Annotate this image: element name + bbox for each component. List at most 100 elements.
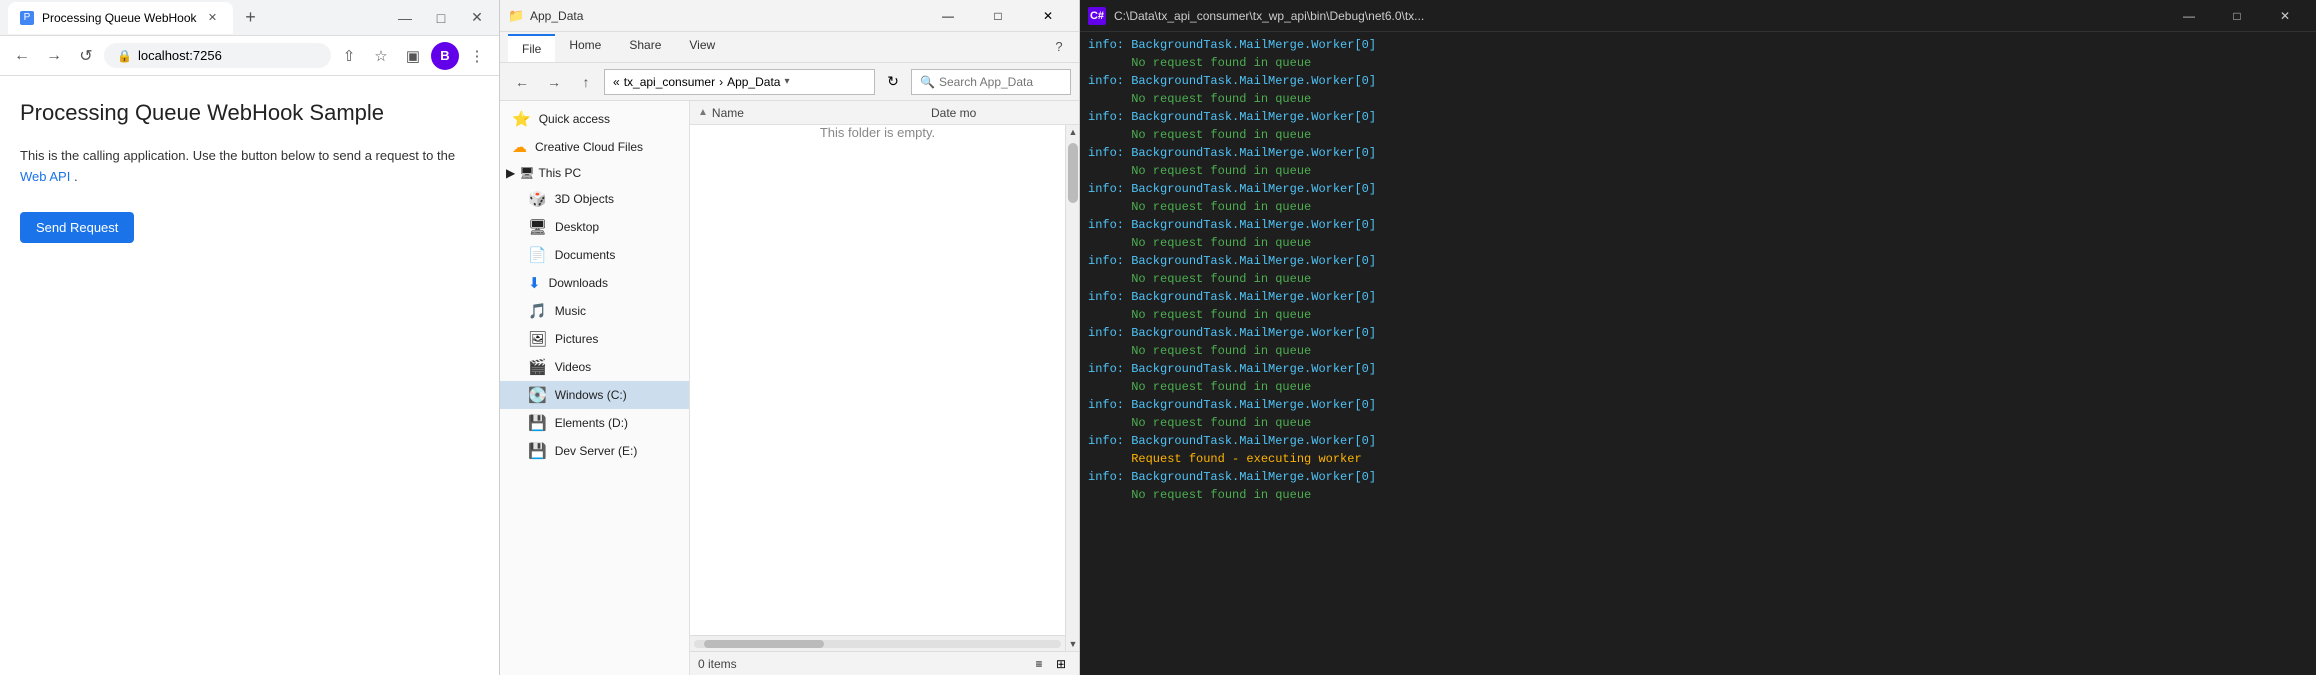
ribbon-tabs: File Home Share View ? — [500, 32, 1079, 62]
terminal-close-button[interactable]: ✕ — [2262, 0, 2308, 32]
sidebar-item-documents[interactable]: 📄 Documents — [500, 241, 689, 269]
explorer-title-text: App_Data — [530, 9, 925, 23]
terminal-log-line: No request found in queue — [1088, 162, 2308, 180]
browser-tab[interactable]: P Processing Queue WebHook ✕ — [8, 2, 233, 34]
terminal-controls: — □ ✕ — [2166, 0, 2308, 32]
terminal-log-line: No request found in queue — [1088, 306, 2308, 324]
h-scroll-track — [694, 640, 1061, 648]
profile-button[interactable]: B — [431, 42, 459, 70]
explorer-search-bar: 🔍 — [911, 69, 1071, 95]
terminal-app-icon: C# — [1088, 7, 1106, 25]
explorer-up-button[interactable]: ↑ — [572, 68, 600, 96]
explorer-close-button[interactable]: ✕ — [1025, 0, 1071, 32]
vertical-scrollbar[interactable]: ▲ ▼ — [1065, 125, 1079, 651]
terminal-minimize-button[interactable]: — — [2166, 0, 2212, 32]
terminal-log-line: info: BackgroundTask.MailMerge.Worker[0] — [1088, 36, 2308, 54]
browser-maximize-button[interactable]: □ — [427, 4, 455, 32]
explorer-maximize-button[interactable]: □ — [975, 0, 1021, 32]
sidebar-label-downloads: Downloads — [549, 276, 608, 290]
breadcrumb-separator: « — [613, 75, 620, 89]
ribbon-tab-home[interactable]: Home — [555, 32, 615, 62]
tab-close-button[interactable]: ✕ — [205, 10, 221, 26]
explorer-refresh-button[interactable]: ↻ — [879, 68, 907, 96]
dev-server-e-icon: 💾 — [528, 442, 547, 460]
share-icon-button[interactable]: ⇧ — [335, 42, 363, 70]
empty-folder-message: This folder is empty. — [690, 125, 1065, 140]
explorer-search-input[interactable] — [939, 75, 1094, 89]
explorer-window-icon: 📁 — [508, 8, 524, 24]
sidebar-item-pictures[interactable]: 🖼 Pictures — [500, 325, 689, 353]
sidebar-item-music[interactable]: 🎵 Music — [500, 297, 689, 325]
terminal-log-line: No request found in queue — [1088, 234, 2308, 252]
search-icon: 🔍 — [920, 75, 935, 89]
this-pc-expand-icon: ▶ — [506, 166, 515, 180]
terminal-log-line: No request found in queue — [1088, 90, 2308, 108]
explorer-scroll-area[interactable]: This folder is empty. — [690, 125, 1065, 635]
terminal-log-line: info: BackgroundTask.MailMerge.Worker[0] — [1088, 288, 2308, 306]
explorer-minimize-button[interactable]: — — [925, 0, 971, 32]
send-request-button[interactable]: Send Request — [20, 212, 134, 243]
sidebar-section-this-pc[interactable]: ▶ 🖥 This PC — [500, 161, 689, 185]
page-description: This is the calling application. Use the… — [20, 146, 479, 188]
view-large-icons-button[interactable]: ⊞ — [1051, 654, 1071, 674]
explorer-back-button[interactable]: ← — [508, 68, 536, 96]
column-header-name[interactable]: Name — [712, 106, 931, 120]
elements-d-icon: 💾 — [528, 414, 547, 432]
ribbon-tab-share[interactable]: Share — [615, 32, 675, 62]
status-item-count: 0 items — [698, 657, 737, 671]
browser-minimize-button[interactable]: — — [391, 4, 419, 32]
sidebar-item-windows-c[interactable]: 💽 Windows (C:) — [500, 381, 689, 409]
terminal-log-line: info: BackgroundTask.MailMerge.Worker[0] — [1088, 108, 2308, 126]
explorer-forward-button[interactable]: → — [540, 68, 568, 96]
browser-close-button[interactable]: ✕ — [463, 4, 491, 32]
ribbon-tab-view[interactable]: View — [675, 32, 729, 62]
column-header-date[interactable]: Date mo — [931, 106, 1071, 120]
sidebar-toggle-button[interactable]: ▣ — [399, 42, 427, 70]
view-details-button[interactable]: ≡ — [1029, 654, 1049, 674]
scroll-down-arrow[interactable]: ▼ — [1066, 637, 1079, 651]
tab-favicon: P — [20, 11, 34, 25]
sidebar-item-dev-server-e[interactable]: 💾 Dev Server (E:) — [500, 437, 689, 465]
videos-icon: 🎬 — [528, 358, 547, 376]
terminal-log-line: info: BackgroundTask.MailMerge.Worker[0] — [1088, 468, 2308, 486]
terminal-log-line: info: BackgroundTask.MailMerge.Worker[0] — [1088, 252, 2308, 270]
desktop-icon: 🖥 — [528, 218, 547, 236]
sidebar-item-desktop[interactable]: 🖥 Desktop — [500, 213, 689, 241]
toolbar-actions: ⇧ ☆ ▣ B ⋮ — [335, 42, 491, 70]
terminal-log-line: No request found in queue — [1088, 198, 2308, 216]
breadcrumb-chevron-1: › — [719, 75, 723, 89]
sidebar-label-this-pc: This PC — [538, 166, 581, 180]
terminal-maximize-button[interactable]: □ — [2214, 0, 2260, 32]
sidebar-item-downloads[interactable]: ⬇ Downloads — [500, 269, 689, 297]
explorer-title-bar: 📁 App_Data — □ ✕ — [500, 0, 1079, 32]
sidebar-item-elements-d[interactable]: 💾 Elements (D:) — [500, 409, 689, 437]
address-input[interactable] — [138, 48, 318, 63]
sidebar-item-creative-cloud[interactable]: ☁ Creative Cloud Files — [500, 133, 689, 161]
bookmark-button[interactable]: ☆ — [367, 42, 395, 70]
sidebar-label-quick-access: Quick access — [539, 112, 610, 126]
more-options-button[interactable]: ⋮ — [463, 42, 491, 70]
sidebar-item-3d-objects[interactable]: 🎲 3D Objects — [500, 185, 689, 213]
explorer-address-bar[interactable]: « tx_api_consumer › App_Data ▾ — [604, 69, 875, 95]
sidebar-item-quick-access[interactable]: ⭐ Quick access — [500, 105, 689, 133]
sidebar-label-dev-server-e: Dev Server (E:) — [555, 444, 638, 458]
browser-panel: P Processing Queue WebHook ✕ + — □ ✕ ← →… — [0, 0, 500, 675]
new-tab-button[interactable]: + — [237, 4, 265, 32]
terminal-log-line: info: BackgroundTask.MailMerge.Worker[0] — [1088, 180, 2308, 198]
explorer-body: ⭐ Quick access ☁ Creative Cloud Files ▶ … — [500, 101, 1079, 675]
horizontal-scrollbar[interactable] — [690, 635, 1065, 651]
forward-button[interactable]: → — [40, 42, 68, 70]
ribbon-tab-file[interactable]: File — [508, 34, 555, 62]
back-button[interactable]: ← — [8, 42, 36, 70]
sidebar-label-creative-cloud: Creative Cloud Files — [535, 140, 643, 154]
reload-button[interactable]: ↺ — [72, 42, 100, 70]
ribbon-help-button[interactable]: ? — [1047, 32, 1071, 60]
terminal-log-line: info: BackgroundTask.MailMerge.Worker[0] — [1088, 360, 2308, 378]
scroll-up-arrow[interactable]: ▲ — [1066, 125, 1079, 139]
address-dropdown-chevron[interactable]: ▾ — [784, 76, 789, 87]
column-header-up[interactable]: ▲ — [698, 107, 708, 118]
sidebar-item-videos[interactable]: 🎬 Videos — [500, 353, 689, 381]
web-api-link[interactable]: Web API — [20, 169, 70, 184]
terminal-title-text: C:\Data\tx_api_consumer\tx_wp_api\bin\De… — [1114, 9, 2166, 23]
documents-icon: 📄 — [528, 246, 547, 264]
